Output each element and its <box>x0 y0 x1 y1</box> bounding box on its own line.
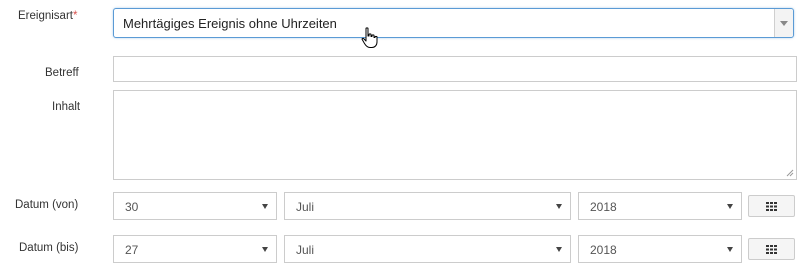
date-to-year-value: 2018 <box>590 243 617 257</box>
date-from-month-select[interactable]: Juli <box>284 192 571 220</box>
event-type-label-text: Ereignisart <box>18 10 73 22</box>
date-from-month-value: Juli <box>296 200 315 214</box>
caret-down-icon <box>556 204 562 209</box>
date-from-day-value: 30 <box>125 200 139 214</box>
caret-down-icon <box>727 204 733 209</box>
resize-grip-icon[interactable] <box>786 169 794 177</box>
content-label: Inhalt <box>52 101 81 113</box>
required-mark: * <box>72 10 78 22</box>
date-to-label: Datum (bis) <box>19 242 79 254</box>
date-to-month-select[interactable]: Juli <box>284 235 571 263</box>
event-type-label: Ereignisart* <box>18 10 77 22</box>
hand-pointer-cursor-icon <box>361 27 378 48</box>
calendar-grid-icon <box>766 245 777 254</box>
subject-input[interactable] <box>113 56 797 82</box>
date-to-month-value: Juli <box>296 243 315 257</box>
date-from-year-select[interactable]: 2018 <box>578 192 742 220</box>
subject-label: Betreff <box>45 67 79 79</box>
calendar-grid-icon <box>766 202 777 211</box>
caret-down-icon <box>262 204 268 209</box>
event-type-dropdown-button[interactable] <box>774 9 793 37</box>
date-from-year-value: 2018 <box>590 200 617 214</box>
date-from-day-select[interactable]: 30 <box>113 192 277 220</box>
date-to-day-select[interactable]: 27 <box>113 235 277 263</box>
event-type-value: Mehrtägiges Ereignis ohne Uhrzeiten <box>123 16 337 31</box>
event-type-select[interactable]: Mehrtägiges Ereignis ohne Uhrzeiten <box>113 8 794 38</box>
date-to-day-value: 27 <box>125 243 139 257</box>
caret-down-icon <box>262 247 268 252</box>
caret-down-icon <box>556 247 562 252</box>
date-to-year-select[interactable]: 2018 <box>578 235 742 263</box>
date-to-calendar-button[interactable] <box>748 238 795 260</box>
event-form: Ereignisart* Mehrtägiges Ereignis ohne U… <box>0 0 812 275</box>
date-from-calendar-button[interactable] <box>748 195 795 217</box>
chevron-down-icon <box>780 21 788 26</box>
content-textarea[interactable] <box>113 90 797 180</box>
date-from-label: Datum (von) <box>15 199 79 211</box>
caret-down-icon <box>727 247 733 252</box>
